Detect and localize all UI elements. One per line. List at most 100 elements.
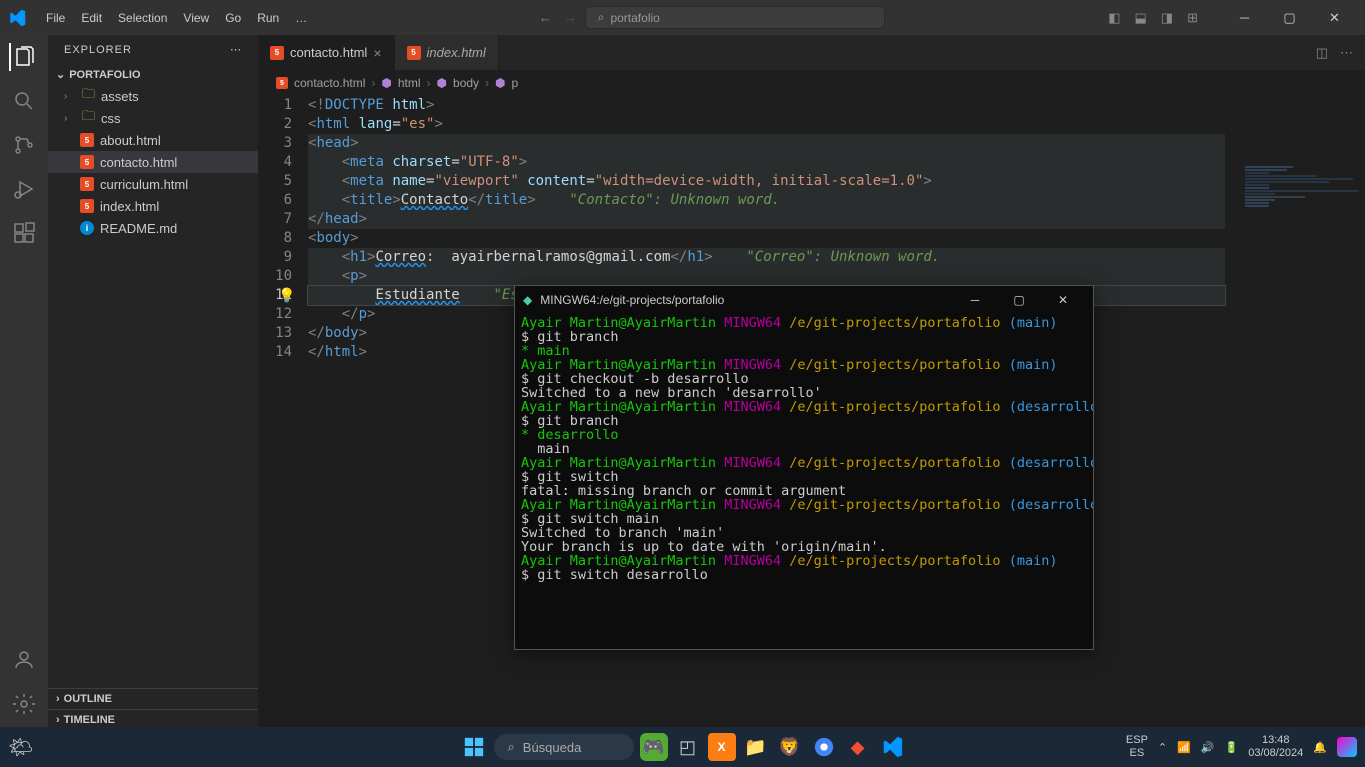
file-name: css bbox=[101, 111, 121, 126]
battery-icon[interactable]: 🔋 bbox=[1225, 741, 1239, 754]
more-icon[interactable]: ⋯ bbox=[230, 43, 242, 56]
maximize-button[interactable]: ▢ bbox=[1267, 0, 1312, 35]
xampp-icon[interactable]: X bbox=[708, 733, 736, 761]
menu-bar: FileEditSelectionViewGoRun… bbox=[38, 7, 315, 29]
breadcrumb-item[interactable]: html bbox=[398, 76, 421, 90]
taskbar-search[interactable]: ⌕Búsqueda bbox=[494, 734, 634, 760]
debug-icon[interactable] bbox=[10, 175, 38, 203]
extensions-icon[interactable] bbox=[10, 219, 38, 247]
widgets-icon[interactable]: 🌤 bbox=[8, 735, 33, 760]
clock[interactable]: 13:4803/08/2024 bbox=[1248, 734, 1303, 760]
menu-view[interactable]: View bbox=[175, 7, 217, 29]
mingw-icon: ◆ bbox=[523, 293, 532, 307]
tab-index.html[interactable]: 5 index.html bbox=[395, 35, 499, 70]
vscode-taskbar-icon[interactable] bbox=[878, 733, 906, 761]
minimap[interactable] bbox=[1245, 166, 1365, 246]
breadcrumb-item[interactable]: body bbox=[453, 76, 479, 90]
language-indicator[interactable]: ESPES bbox=[1126, 734, 1148, 760]
search-activity-icon[interactable] bbox=[10, 87, 38, 115]
file-explorer-icon[interactable]: 📁 bbox=[742, 733, 770, 761]
chevron-right-icon: › bbox=[56, 693, 60, 705]
gutter: 1234567891011121314 bbox=[258, 96, 308, 730]
tree-item-about.html[interactable]: 5about.html bbox=[48, 129, 258, 151]
minimize-button[interactable]: ─ bbox=[1222, 0, 1267, 35]
terminal-titlebar[interactable]: ◆ MINGW64:/e/git-projects/portafolio ─ ▢… bbox=[515, 286, 1093, 314]
search-icon: ⌕ bbox=[508, 739, 515, 755]
settings-gear-icon[interactable] bbox=[10, 690, 38, 718]
html-file-icon: 5 bbox=[270, 46, 284, 60]
tree-item-README.md[interactable]: i README.md bbox=[48, 217, 258, 239]
layout-customize-icon[interactable]: ⊞ bbox=[1187, 10, 1198, 26]
breadcrumb[interactable]: 5 contacto.html›⬢ html›⬢ body›⬢ p bbox=[258, 70, 1365, 96]
html-file-icon: 5 bbox=[80, 133, 94, 147]
git-icon[interactable]: ◆ bbox=[844, 733, 872, 761]
file-name: contacto.html bbox=[100, 155, 177, 170]
more-actions-icon[interactable]: ⋯ bbox=[1340, 45, 1353, 61]
start-button[interactable] bbox=[460, 733, 488, 761]
tree-item-css[interactable]: ›🗀css bbox=[48, 107, 258, 129]
terminal-title: MINGW64:/e/git-projects/portafolio bbox=[540, 293, 724, 307]
terminal-minimize[interactable]: ─ bbox=[953, 286, 997, 314]
task-view-icon[interactable]: ◰ bbox=[674, 733, 702, 761]
split-editor-icon[interactable]: ◫ bbox=[1316, 45, 1328, 61]
breadcrumb-separator: › bbox=[371, 76, 375, 90]
html-file-icon: 5 bbox=[80, 177, 94, 191]
sidebar-sections: › OUTLINE› TIMELINE bbox=[48, 688, 258, 730]
explorer-title: EXPLORER bbox=[64, 44, 132, 56]
nav-forward-icon[interactable]: → bbox=[564, 10, 577, 25]
layout-panel-icon[interactable]: ⬓ bbox=[1135, 10, 1147, 26]
tab-label: contacto.html bbox=[290, 45, 367, 60]
windows-taskbar: 🌤 ⌕Búsqueda 🎮 ◰ X 📁 🦁 ◆ ESPES ⌃ 📶 🔊 🔋 13… bbox=[0, 727, 1365, 767]
file-name: assets bbox=[101, 89, 139, 104]
copilot-icon[interactable] bbox=[1337, 737, 1357, 757]
file-name: index.html bbox=[100, 199, 159, 214]
close-icon[interactable]: × bbox=[373, 45, 381, 61]
terminal-content[interactable]: Ayair Martin@AyairMartin MINGW64 /e/git-… bbox=[515, 314, 1093, 584]
tab-contacto.html[interactable]: 5 contacto.html × bbox=[258, 35, 395, 70]
tab-bar: 5 contacto.html × 5 index.html ◫ ⋯ bbox=[258, 35, 1365, 70]
section-outline[interactable]: › OUTLINE bbox=[48, 688, 258, 709]
app-icon[interactable]: 🎮 bbox=[640, 733, 668, 761]
tree-item-assets[interactable]: ›🗀assets bbox=[48, 85, 258, 107]
menu-run[interactable]: Run bbox=[249, 7, 287, 29]
nav-back-icon[interactable]: ← bbox=[539, 10, 552, 25]
menu-go[interactable]: Go bbox=[217, 7, 249, 29]
volume-icon[interactable]: 🔊 bbox=[1201, 741, 1215, 754]
tree-item-curriculum.html[interactable]: 5 curriculum.html bbox=[48, 173, 258, 195]
command-center[interactable]: ⌕ portafolio bbox=[585, 6, 885, 29]
notification-center-icon[interactable]: 🔔 bbox=[1313, 741, 1327, 754]
info-file-icon: i bbox=[80, 221, 94, 235]
source-control-icon[interactable] bbox=[10, 131, 38, 159]
account-icon[interactable] bbox=[10, 646, 38, 674]
file-name: README.md bbox=[100, 221, 177, 236]
layout-sidebar-right-icon[interactable]: ◨ bbox=[1161, 10, 1173, 26]
tree-item-index.html[interactable]: 5index.html bbox=[48, 195, 258, 217]
menu-file[interactable]: File bbox=[38, 7, 73, 29]
brave-icon[interactable]: 🦁 bbox=[776, 733, 804, 761]
menu-edit[interactable]: Edit bbox=[73, 7, 110, 29]
search-icon: ⌕ bbox=[598, 10, 605, 25]
layout-sidebar-left-icon[interactable]: ◧ bbox=[1108, 10, 1120, 26]
html-file-icon: 5 bbox=[407, 46, 421, 60]
menu-selection[interactable]: Selection bbox=[110, 7, 175, 29]
file-name: curriculum.html bbox=[100, 177, 188, 192]
lightbulb-icon[interactable]: 💡 bbox=[278, 287, 295, 306]
menu-…[interactable]: … bbox=[287, 7, 315, 29]
folder-icon: 🗀 bbox=[82, 85, 95, 107]
terminal-maximize[interactable]: ▢ bbox=[997, 286, 1041, 314]
terminal-close[interactable]: ✕ bbox=[1041, 286, 1085, 314]
chrome-icon[interactable] bbox=[810, 733, 838, 761]
wifi-icon[interactable]: 📶 bbox=[1177, 741, 1191, 754]
close-button[interactable]: ✕ bbox=[1312, 0, 1357, 35]
tab-label: index.html bbox=[427, 45, 486, 60]
breadcrumb-item[interactable]: p bbox=[512, 76, 519, 90]
html-file-icon: 5 bbox=[80, 155, 94, 169]
tray-chevron-icon[interactable]: ⌃ bbox=[1158, 741, 1167, 754]
breadcrumb-separator: › bbox=[427, 76, 431, 90]
breadcrumb-item[interactable]: contacto.html bbox=[294, 76, 365, 90]
tree-item-contacto.html[interactable]: 5 contacto.html bbox=[48, 151, 258, 173]
explorer-icon[interactable] bbox=[9, 43, 37, 71]
terminal-window: ◆ MINGW64:/e/git-projects/portafolio ─ ▢… bbox=[514, 285, 1094, 650]
workspace-folder[interactable]: ⌄ PORTAFOLIO bbox=[48, 64, 258, 85]
chevron-right-icon: › bbox=[56, 714, 60, 726]
